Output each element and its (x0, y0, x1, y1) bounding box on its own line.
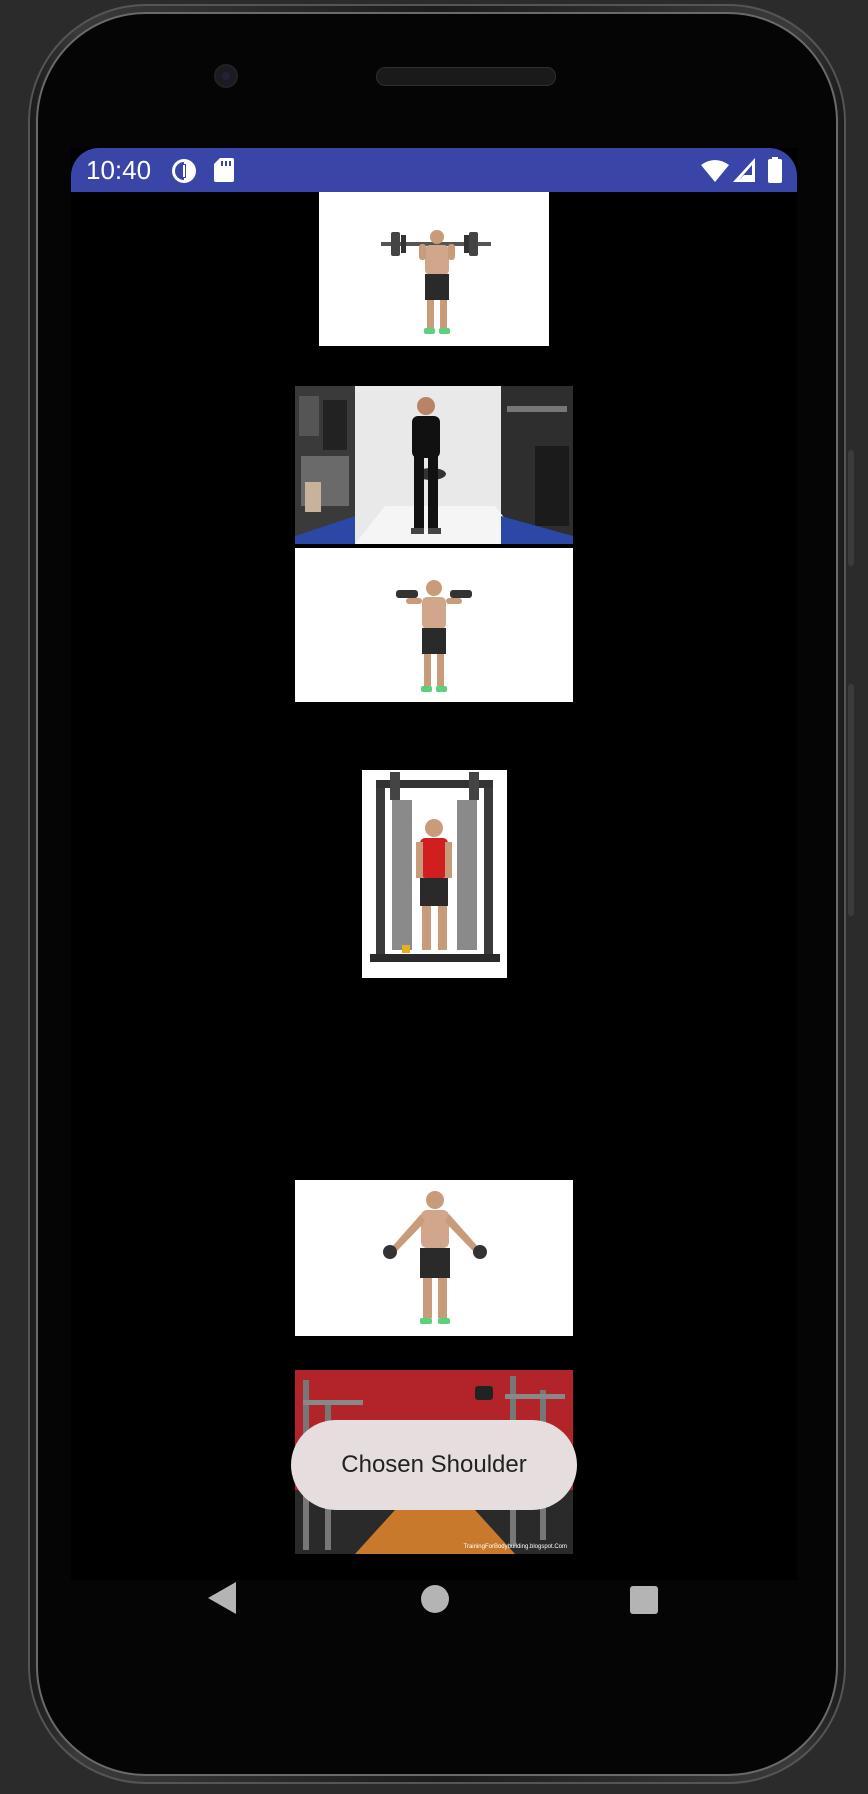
app-screen: 10:40 TrainingForBodybuilding.blogspot.C… (71, 148, 797, 1580)
gym-athlete-figure (295, 386, 573, 544)
wifi-icon (701, 160, 729, 187)
volume-button (848, 684, 854, 916)
plate-raise-gym-image[interactable] (295, 386, 573, 544)
battery-icon (768, 157, 782, 188)
power-button (848, 450, 854, 566)
barbell-front-raise-image[interactable] (319, 192, 549, 346)
lateral-raise-athlete-figure (383, 1191, 487, 1324)
status-time: 10:40 (86, 155, 152, 185)
sd-card-icon (214, 158, 234, 187)
recents-icon[interactable] (630, 1586, 658, 1619)
cable-machine-figure (370, 772, 500, 962)
home-icon[interactable] (421, 1585, 449, 1618)
front-camera (214, 64, 238, 88)
earpiece-speaker (376, 67, 556, 86)
status-bar: 10:40 (71, 148, 797, 192)
dumbbell-shoulder-press-image[interactable] (295, 548, 573, 702)
barbell-athlete-figure (381, 230, 491, 334)
signal-icon (733, 158, 755, 187)
cable-machine-row-image[interactable] (362, 770, 507, 978)
dumbbell-lateral-raise-image[interactable] (295, 1180, 573, 1336)
back-icon[interactable] (208, 1582, 236, 1619)
data-saver-icon (171, 158, 197, 189)
watermark-text: TrainingForBodybuilding.blogspot.Com (463, 1544, 568, 1550)
press-athlete-figure (396, 580, 472, 692)
toast-message: Chosen Shoulder (291, 1420, 577, 1510)
toast-text: Chosen Shoulder (341, 1451, 527, 1478)
